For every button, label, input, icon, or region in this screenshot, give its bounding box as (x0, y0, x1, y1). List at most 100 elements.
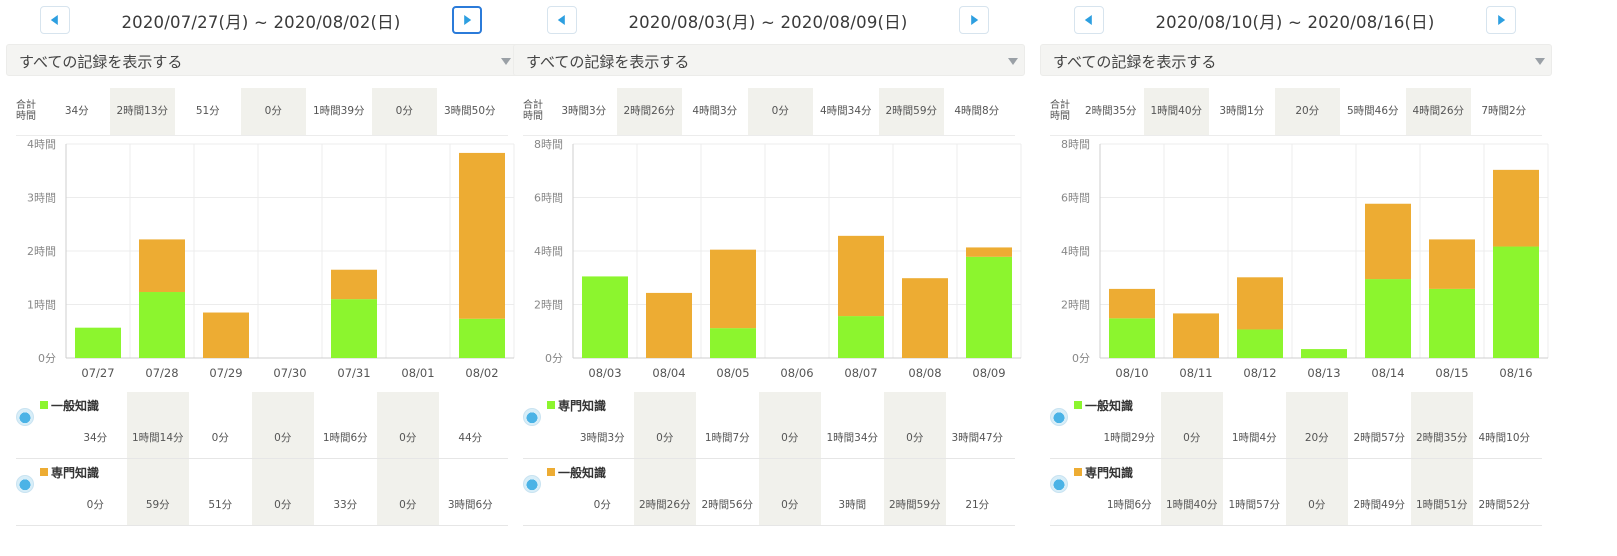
x-tick-label: 08/03 (588, 366, 621, 380)
x-tick-label: 07/31 (337, 366, 370, 380)
week-range-title: 2020/08/03(月) ~ 2020/08/09(日) (628, 13, 908, 32)
y-tick-label: 1時間 (27, 299, 56, 312)
category-day-value: 2時間57分 (1348, 392, 1411, 458)
category-name: 一般知識 (558, 466, 607, 480)
category-day-value: 59分 (126, 459, 189, 525)
daily-total-cell: 5時間46分 (1346, 105, 1399, 117)
totals-header-line: 時間 (1050, 111, 1070, 122)
next-week-button[interactable] (959, 6, 989, 34)
y-tick-label: 2時間 (27, 245, 56, 258)
bar-segment-top[interactable] (1429, 239, 1475, 289)
category-day-value: 1時間6分 (314, 392, 377, 458)
y-tick-label: 6時間 (1061, 192, 1090, 205)
bar-segment-top[interactable] (902, 278, 948, 358)
week-panel: 2020/08/03(月) ~ 2020/08/09(日) すべての記録を表示する… (507, 0, 1029, 556)
x-tick-label: 08/04 (652, 366, 685, 380)
bar-segment-bottom[interactable] (710, 328, 756, 358)
week-panel: 2020/07/27(月) ~ 2020/08/02(日) すべての記録を表示する… (0, 0, 522, 556)
caret-down-icon (1535, 58, 1545, 65)
next-week-button[interactable] (1486, 6, 1516, 34)
x-tick-label: 08/01 (401, 366, 434, 380)
daily-totals-row: 合計 時間 34分 2時間13分 51分 0分 1時間39分 0分 3時間50分 (16, 88, 508, 135)
daily-totals-row: 合計 時間 3時間3分 2時間26分 4時間3分 0分 4時間34分 2時間59分 4時間8分 (523, 88, 1015, 135)
category-day-value-text: 0分 (274, 499, 292, 511)
bar-segment-bottom[interactable] (1301, 349, 1347, 358)
daily-total-cell: 4時間34分 (819, 105, 872, 117)
bar-segment-top[interactable] (1237, 277, 1283, 330)
category-day-value-text: 1時間4分 (1231, 432, 1277, 444)
category-day-value: 3時間6分 (439, 459, 502, 525)
bar-segment-top[interactable] (1493, 169, 1539, 247)
bar-segment-top[interactable] (1109, 288, 1155, 319)
category-row: 34分 1時間14分 0分 0分 1時間6分 0分 44分 一般知識 (16, 392, 508, 458)
category-day-value: 2時間56分 (696, 459, 759, 525)
x-tick-label: 08/05 (716, 366, 749, 380)
bar-segment-bottom[interactable] (1365, 279, 1411, 358)
bar-segment-bottom[interactable] (331, 299, 377, 358)
category-name: 一般知識 (1085, 399, 1134, 413)
bar-segment-top[interactable] (459, 152, 505, 319)
category-day-value-text: 1時間57分 (1228, 499, 1281, 511)
bar-segment-top[interactable] (710, 249, 756, 329)
category-day-value: 0分 (376, 392, 439, 458)
category-day-value: 0分 (376, 459, 439, 525)
x-tick-label: 08/13 (1307, 366, 1340, 380)
category-day-value: 3時間 (821, 459, 884, 525)
x-tick-label: 07/30 (273, 366, 306, 380)
bar-segment-bottom[interactable] (459, 318, 505, 358)
bar-segment-bottom[interactable] (139, 292, 185, 358)
category-day-value-text: 0分 (593, 499, 611, 511)
triangle-right-icon (464, 15, 472, 25)
daily-total-cell: 20分 (1274, 88, 1340, 135)
record-filter-value: すべての記録を表示する (526, 53, 690, 71)
category-row: 3時間3分 0分 1時間7分 0分 1時間34分 0分 3時間47分 専門知識 (523, 392, 1015, 458)
bar-segment-bottom[interactable] (582, 276, 628, 358)
category-day-value: 0分 (758, 459, 821, 525)
daily-total-cell: 2時間35分 (1084, 105, 1137, 117)
category-day-value: 33分 (314, 459, 377, 525)
legend-swatch (40, 401, 48, 409)
bar-segment-top[interactable] (646, 292, 692, 358)
record-filter-select[interactable]: すべての記録を表示する (513, 44, 1025, 76)
bar-segment-bottom[interactable] (1237, 329, 1283, 358)
totals-header-line: 合計 (16, 100, 36, 111)
category-day-value-text: 2時間35分 (1415, 432, 1468, 444)
x-tick-label: 07/27 (81, 366, 114, 380)
study-icon (16, 408, 34, 426)
bar-segment-top[interactable] (331, 269, 377, 300)
bar-segment-top[interactable] (966, 247, 1012, 257)
daily-total-cell: 4時間26分 (1405, 88, 1471, 135)
bar-segment-top[interactable] (1173, 313, 1219, 358)
x-tick-label: 08/12 (1243, 366, 1276, 380)
bar-segment-bottom[interactable] (1429, 288, 1475, 358)
category-day-value-text: 1時間29分 (1103, 432, 1156, 444)
record-filter-select[interactable]: すべての記録を表示する (6, 44, 518, 76)
y-tick-label: 4時間 (1061, 245, 1090, 258)
bar-segment-top[interactable] (1365, 203, 1411, 280)
daily-total-cell: 2時間26分 (616, 88, 682, 135)
bar-segment-bottom[interactable] (1493, 246, 1539, 358)
bar-segment-bottom[interactable] (1109, 318, 1155, 358)
bar-segment-top[interactable] (139, 239, 185, 293)
bar-segment-bottom[interactable] (75, 327, 121, 358)
category-day-value: 20分 (1285, 392, 1348, 458)
record-filter-select[interactable]: すべての記録を表示する (1040, 44, 1552, 76)
category-day-value: 2時間35分 (1410, 392, 1473, 458)
y-tick-label: 0分 (1072, 352, 1090, 365)
category-day-value-text: 0分 (1308, 499, 1326, 511)
legend-swatch (547, 401, 555, 409)
next-week-button[interactable] (452, 6, 482, 34)
divider (16, 525, 508, 526)
daily-total-cell: 51分 (195, 105, 220, 117)
y-tick-label: 0分 (38, 352, 56, 365)
daily-total-cell: 0分 (240, 88, 306, 135)
totals-header-line: 合計 (523, 100, 543, 111)
bar-segment-bottom[interactable] (966, 256, 1012, 358)
daily-total-cell: 0分 (747, 88, 813, 135)
category-day-value: 1時間14分 (126, 392, 189, 458)
bar-segment-bottom[interactable] (838, 316, 884, 358)
bar-segment-top[interactable] (838, 235, 884, 317)
category-day-value-text: 2時間49分 (1353, 499, 1406, 511)
category-day-value-text: 3時間 (838, 499, 867, 511)
bar-segment-top[interactable] (203, 312, 249, 358)
